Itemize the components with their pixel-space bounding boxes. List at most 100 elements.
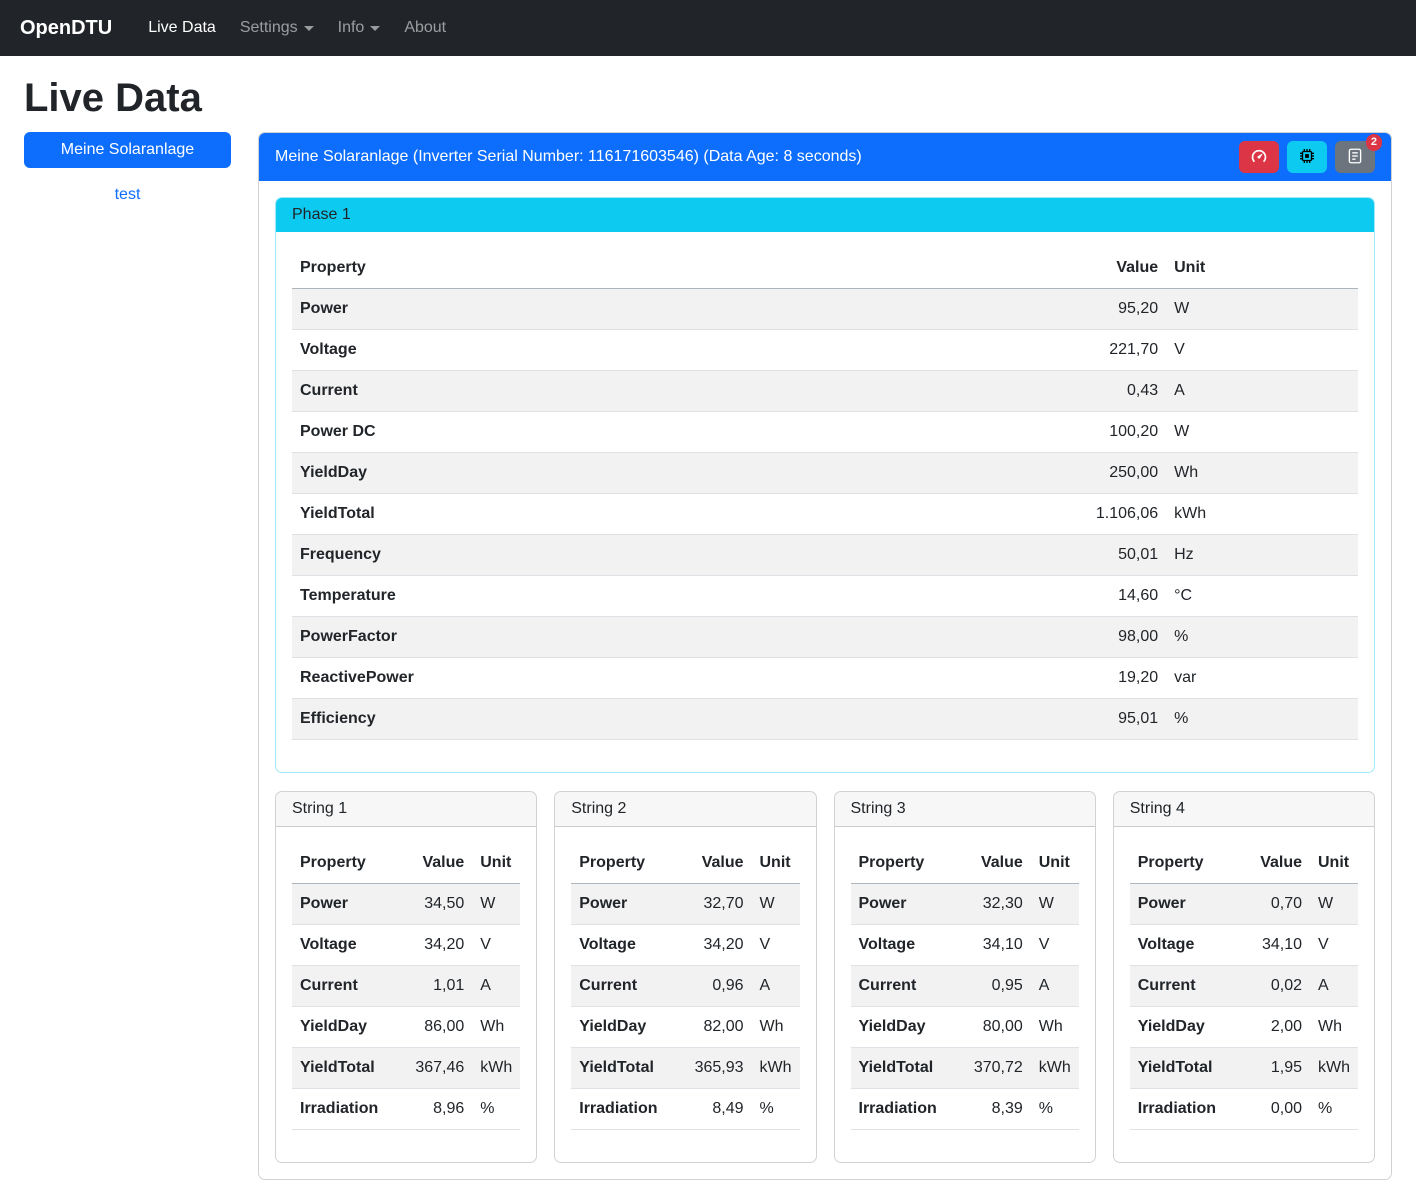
unit-cell: kWh [752,1048,800,1089]
property-cell: Efficiency [292,699,1038,740]
device-info-button[interactable] [1287,141,1327,173]
property-cell: YieldTotal [292,494,1038,535]
value-cell: 14,60 [1038,576,1166,617]
chevron-down-icon [304,26,314,31]
unit-cell: Wh [1166,453,1358,494]
value-cell: 34,20 [683,925,751,966]
unit-cell: % [1310,1089,1358,1130]
event-log-button[interactable]: 2 [1335,141,1375,173]
table-row: Voltage34,20V [571,925,799,966]
table-row: Irradiation8,39% [851,1089,1079,1130]
value-cell: 34,10 [1242,925,1310,966]
property-cell: PowerFactor [292,617,1038,658]
table-header-row: Property Value Unit [1130,843,1358,884]
property-cell: YieldTotal [571,1048,683,1089]
property-cell: Temperature [292,576,1038,617]
property-cell: Power [292,884,404,925]
property-cell: Irradiation [292,1089,404,1130]
unit-cell: W [1031,884,1079,925]
nav-item-about[interactable]: About [396,11,454,45]
table-row: Irradiation8,96% [292,1089,520,1130]
value-cell: 86,00 [404,1007,472,1048]
speedometer-icon [1250,147,1268,168]
inverter-link-test[interactable]: test [24,186,231,204]
unit-cell: kWh [1031,1048,1079,1089]
property-cell: Irradiation [1130,1089,1242,1130]
table-row: YieldDay250,00Wh [292,453,1358,494]
property-cell: Voltage [1130,925,1242,966]
column-property: Property [851,843,963,884]
column-value: Value [962,843,1030,884]
string-card-title: String 1 [276,792,536,827]
nav-item-live-data[interactable]: Live Data [140,11,224,45]
unit-cell: var [1166,658,1358,699]
value-cell: 1,95 [1242,1048,1310,1089]
inverter-select-button[interactable]: Meine Solaranlage [24,132,231,168]
table-row: YieldTotal365,93kWh [571,1048,799,1089]
panel-title: Meine Solaranlage (Inverter Serial Numbe… [275,148,862,166]
unit-cell: A [472,966,520,1007]
string-4-table: Property Value Unit Power0,70WVoltage34,… [1130,843,1358,1130]
value-cell: 95,01 [1038,699,1166,740]
property-cell: Power DC [292,412,1038,453]
property-cell: YieldDay [571,1007,683,1048]
property-cell: Power [851,884,963,925]
unit-cell: W [1166,412,1358,453]
table-header-row: Property Value Unit [851,843,1079,884]
string-card-title: String 2 [555,792,815,827]
unit-cell: W [472,884,520,925]
table-row: YieldTotal370,72kWh [851,1048,1079,1089]
table-row: Frequency50,01Hz [292,535,1358,576]
column-property: Property [292,248,1038,289]
column-unit: Unit [1166,248,1358,289]
strings-grid: String 1 Property Value Unit [275,791,1375,1163]
property-cell: Current [851,966,963,1007]
phase-table: Property Value Unit Power95,20WVoltage22… [292,248,1358,740]
value-cell: 50,01 [1038,535,1166,576]
value-cell: 2,00 [1242,1007,1310,1048]
content-layout: Meine Solaranlage test Meine Solaranlage… [24,132,1392,1180]
string-card-title: String 4 [1114,792,1374,827]
string-3-table: Property Value Unit Power32,30WVoltage34… [851,843,1079,1130]
property-cell: Current [292,371,1038,412]
table-row: YieldDay80,00Wh [851,1007,1079,1048]
unit-cell: Wh [752,1007,800,1048]
value-cell: 34,20 [404,925,472,966]
value-cell: 365,93 [683,1048,751,1089]
column-value: Value [1242,843,1310,884]
property-cell: Current [1130,966,1242,1007]
unit-cell: kWh [1166,494,1358,535]
property-cell: Irradiation [571,1089,683,1130]
column-value: Value [683,843,751,884]
table-row: Current0,43A [292,371,1358,412]
table-row: YieldTotal367,46kWh [292,1048,520,1089]
limit-settings-button[interactable] [1239,141,1279,173]
phase-card: Phase 1 Property Value Unit Power95,20WV… [275,197,1375,773]
value-cell: 0,70 [1242,884,1310,925]
table-row: Power0,70W [1130,884,1358,925]
string-card-title: String 3 [835,792,1095,827]
property-cell: YieldTotal [1130,1048,1242,1089]
panel-body: Phase 1 Property Value Unit Power95,20WV… [259,181,1391,1179]
nav-info-label: Info [338,19,365,37]
column-value: Value [1038,248,1166,289]
nav-item-settings[interactable]: Settings [232,11,322,45]
value-cell: 221,70 [1038,330,1166,371]
brand-opendtu[interactable]: OpenDTU [12,13,120,44]
property-cell: Voltage [292,925,404,966]
string-card-1: String 1 Property Value Unit [275,791,537,1163]
property-cell: Frequency [292,535,1038,576]
table-header-row: Property Value Unit [292,248,1358,289]
nav-item-info[interactable]: Info [330,11,389,45]
unit-cell: % [1031,1089,1079,1130]
table-row: Temperature14,60°C [292,576,1358,617]
value-cell: 95,20 [1038,289,1166,330]
property-cell: YieldDay [292,1007,404,1048]
inverter-panel: Meine Solaranlage (Inverter Serial Numbe… [258,132,1392,1180]
value-cell: 82,00 [683,1007,751,1048]
string-card-4: String 4 Property Value Unit [1113,791,1375,1163]
value-cell: 250,00 [1038,453,1166,494]
unit-cell: % [752,1089,800,1130]
unit-cell: % [1166,617,1358,658]
table-row: Voltage34,20V [292,925,520,966]
